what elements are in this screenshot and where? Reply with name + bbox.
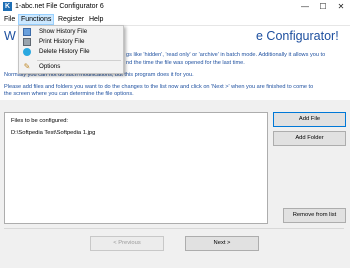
- functions-menu: Show History File Print History File Del…: [18, 25, 124, 74]
- divider: [4, 228, 344, 229]
- window-title: 1-abc.net File Configurator 6: [15, 3, 104, 10]
- title-right: e Configurator!: [256, 29, 339, 43]
- list-item[interactable]: D:\Softpedia Test\Softpedia 1.jpg: [11, 130, 95, 136]
- menu-file[interactable]: File: [2, 15, 17, 24]
- add-file-button[interactable]: Add File: [273, 112, 346, 127]
- menu-item-show-history[interactable]: Show History File: [19, 27, 123, 37]
- remove-from-list-button[interactable]: Remove from list: [283, 208, 346, 223]
- menu-item-options[interactable]: ✎ Options: [19, 62, 123, 72]
- app-logo-icon: K: [3, 2, 12, 11]
- menu-item-delete-history[interactable]: Delete History File: [19, 47, 123, 57]
- menu-register[interactable]: Register: [56, 15, 86, 24]
- file-list-header: Files to be configured:: [11, 118, 69, 124]
- title-left: W: [4, 29, 16, 43]
- delete-icon: [23, 48, 31, 56]
- history-grid-icon: [23, 28, 31, 36]
- next-button[interactable]: Next >: [185, 236, 259, 251]
- menu-item-print-history[interactable]: Print History File: [19, 37, 123, 47]
- intro-text-line: nd the time the file was opened for the …: [126, 60, 245, 66]
- intro-text-line: Please add files and folders you want to…: [4, 84, 314, 90]
- close-icon[interactable]: ✕: [332, 0, 350, 14]
- intro-text-line: the screen where you can determine the f…: [4, 91, 134, 97]
- menu-functions[interactable]: Functions: [18, 14, 55, 25]
- title-bar: K 1-abc.net File Configurator 6 — ☐ ✕: [0, 0, 350, 14]
- printer-icon: [23, 38, 31, 46]
- maximize-icon[interactable]: ☐: [314, 0, 332, 14]
- minimize-icon[interactable]: —: [296, 0, 314, 14]
- intro-text-line: gs like 'hidden', 'read only' or 'archiv…: [126, 52, 326, 58]
- add-folder-button[interactable]: Add Folder: [273, 131, 346, 146]
- file-list[interactable]: Files to be configured: D:\Softpedia Tes…: [4, 112, 268, 224]
- options-icon: ✎: [23, 62, 31, 71]
- previous-button[interactable]: < Previous: [90, 236, 164, 251]
- menu-separator: [37, 60, 121, 61]
- menu-help[interactable]: Help: [87, 15, 105, 24]
- page-title: W e Configurator!: [4, 29, 339, 44]
